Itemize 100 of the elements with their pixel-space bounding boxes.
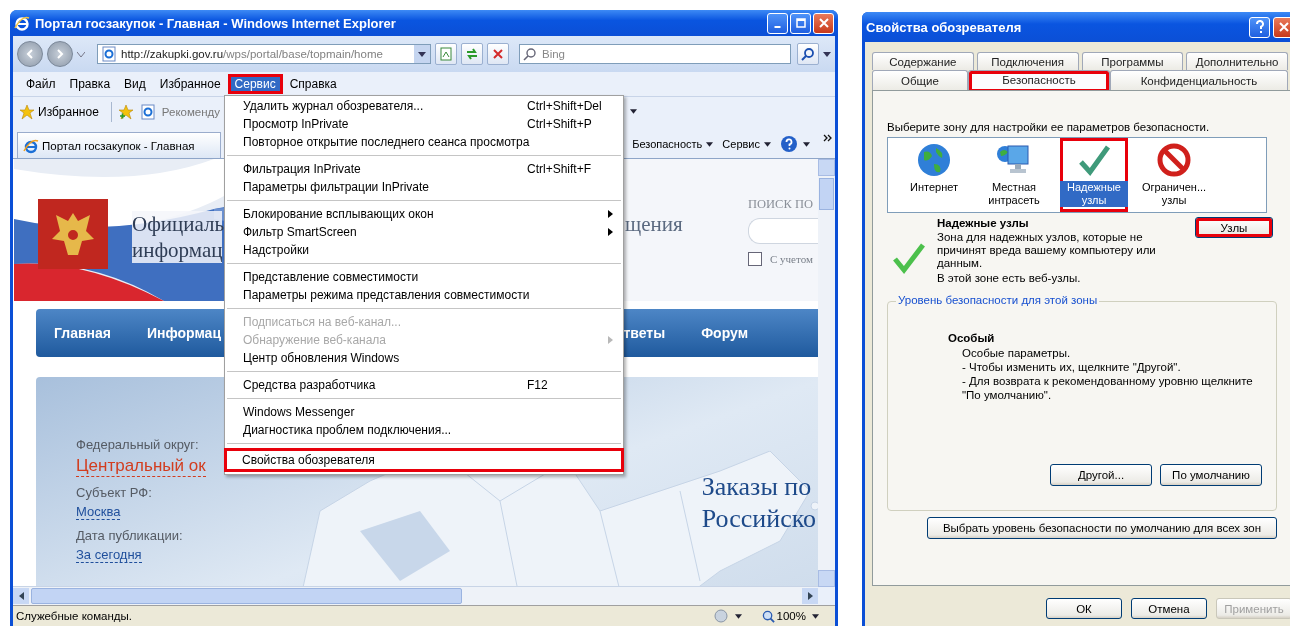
filter-link[interactable]: Москва xyxy=(76,504,121,520)
checkbox[interactable] xyxy=(748,252,762,266)
nav-link[interactable]: Форум xyxy=(701,325,748,341)
menu-item[interactable]: Файл xyxy=(19,74,63,94)
menu-item[interactable]: Представление совместимости xyxy=(225,268,623,286)
dropdown-button[interactable] xyxy=(414,45,430,63)
left-arrow-icon xyxy=(18,592,24,600)
scrollbar[interactable] xyxy=(13,586,818,605)
nav-link[interactable]: Информац xyxy=(146,325,221,341)
menu-item[interactable]: Просмотр InPrivate Ctrl+Shift+P xyxy=(225,115,623,133)
menu-item[interactable]: Справка xyxy=(282,74,344,94)
search-button[interactable] xyxy=(797,43,819,65)
filter-label: Субъект РФ: xyxy=(76,485,153,500)
menu-item[interactable]: Фильтр SmartScreen xyxy=(225,223,623,241)
close-icon xyxy=(818,18,829,28)
caret-icon[interactable] xyxy=(823,51,831,57)
window-title: Портал госзакупок - Главная - Windows Internet Explorer xyxy=(35,15,397,31)
minimize-icon xyxy=(774,25,781,28)
search-field[interactable]: Bing xyxy=(519,44,791,64)
level-button[interactable]: По умолчанию xyxy=(1160,464,1262,486)
level-button[interactable]: Другой... xyxy=(1050,464,1152,486)
zone-item[interactable]: Ограничен... узлы xyxy=(1140,138,1208,212)
command-button[interactable]: Безопасность xyxy=(630,136,716,152)
menu-item[interactable]: Средства разработчика F12 xyxy=(225,376,623,394)
suggested-sites-link[interactable]: Рекоменду xyxy=(161,105,221,118)
back-button[interactable] xyxy=(17,41,43,67)
menu-item[interactable]: Удалить журнал обозревателя... Ctrl+Shift+Del xyxy=(225,97,623,115)
zoom-button[interactable]: 100% xyxy=(761,609,806,623)
help-icon[interactable] xyxy=(780,135,798,153)
zone-prompt: Выберите зону для настройки ее параметров безопасности. xyxy=(887,121,1211,133)
menu-item[interactable]: Правка xyxy=(62,74,118,94)
page-icon xyxy=(101,46,117,62)
star-icon xyxy=(19,103,35,120)
zone-label: Надежные узлы xyxy=(1060,181,1128,207)
menu-item[interactable]: Параметры фильтрации InPrivate xyxy=(225,178,623,196)
search-field[interactable] xyxy=(748,218,818,244)
close-button[interactable] xyxy=(813,12,834,34)
menu-item[interactable]: Вид xyxy=(117,74,153,94)
menu-item[interactable]: Центр обновления Windows xyxy=(225,349,623,367)
menu-item[interactable]: Сервис xyxy=(227,74,283,94)
favorites-button[interactable]: Избранное xyxy=(19,103,105,120)
status-text: Служебные команды. xyxy=(16,610,133,622)
caret-icon[interactable] xyxy=(630,109,638,114)
menu-item[interactable]: Избранное xyxy=(152,74,228,94)
caret-icon[interactable] xyxy=(734,613,742,619)
command-button[interactable]: Сервис xyxy=(720,136,773,152)
sites-button[interactable]: Узлы xyxy=(1195,217,1273,238)
group-legend: Уровень безопасности для этой зоны xyxy=(896,294,1100,306)
search-icon xyxy=(801,47,815,61)
address-field[interactable]: http://zakupki.gov.ru/wps/portal/base/topmain/home xyxy=(97,44,431,64)
url-path: /wps/portal/base/topmain/home xyxy=(223,48,384,60)
level-description: - Для возврата к рекомендованному уровню щелкните "По умолчанию". xyxy=(962,374,1254,402)
emblem-icon xyxy=(38,199,108,269)
tab[interactable]: Общие xyxy=(872,70,968,90)
minimize-button[interactable] xyxy=(767,12,788,34)
zone-item[interactable]: Надежные узлы xyxy=(1060,138,1128,212)
reset-all-button[interactable]: Выбрать уровень безопасности по умолчанию для всех зон xyxy=(927,517,1277,539)
browser-tab[interactable]: Портал госзакупок - Главная xyxy=(17,132,221,158)
dialog-button[interactable]: ОК xyxy=(1046,598,1122,619)
tab[interactable]: Дополнительно xyxy=(1186,52,1288,70)
add-favorite-icon[interactable] xyxy=(117,103,134,120)
search-label: ПОИСК ПО xyxy=(748,197,814,212)
stop-icon xyxy=(491,47,505,61)
filter-link[interactable]: За сегодня xyxy=(76,547,142,563)
tab[interactable]: Программы xyxy=(1081,52,1184,70)
menu-item[interactable]: Блокирование всплывающих окон xyxy=(225,205,623,223)
nav-link[interactable]: тветы xyxy=(623,325,666,341)
menu-item[interactable]: Фильтрация InPrivate Ctrl+Shift+F xyxy=(225,160,623,178)
site-title: щения xyxy=(625,211,683,237)
nav-link[interactable]: Главная xyxy=(54,325,111,341)
dialog-button[interactable]: Отмена xyxy=(1131,598,1207,619)
zone-label: Интернет xyxy=(909,181,959,194)
forward-button[interactable] xyxy=(47,41,73,67)
refresh-button[interactable] xyxy=(461,43,483,65)
filter-label: Федеральный округ: xyxy=(76,437,200,452)
tab[interactable]: Безопасность xyxy=(968,70,1110,92)
caret-icon[interactable] xyxy=(812,613,819,619)
menu-item[interactable]: Повторное открытие последнего сеанса просмотра xyxy=(225,133,623,151)
tab[interactable]: Содержание xyxy=(872,52,974,70)
zone-item[interactable]: Интернет xyxy=(900,138,968,212)
caret-icon xyxy=(764,141,771,147)
submenu-arrow-icon xyxy=(608,336,613,344)
caret-icon xyxy=(418,51,426,57)
menu-item[interactable]: Параметры режима представления совместимости xyxy=(225,286,623,304)
tab[interactable]: Конфиденциальность xyxy=(1110,70,1288,90)
zone-description: Зона для надежных узлов, которые не причинят вреда вашему компьютеру или данным. xyxy=(937,231,1157,270)
tab[interactable]: Подключения xyxy=(976,52,1079,70)
maximize-button[interactable] xyxy=(790,12,811,34)
menu-item[interactable]: Надстройки xyxy=(225,241,623,259)
caret-icon[interactable] xyxy=(803,141,810,147)
menu-item[interactable]: Свойства обозревателя xyxy=(224,448,624,472)
chevron-icon[interactable] xyxy=(823,134,833,142)
menu-item[interactable]: Диагностика проблем подключения... xyxy=(225,421,623,439)
help-button[interactable] xyxy=(1249,16,1270,38)
zone-item[interactable]: Местная интрасеть xyxy=(980,138,1048,212)
stop-button[interactable] xyxy=(487,43,509,65)
close-button[interactable] xyxy=(1273,16,1290,38)
menu-item[interactable]: Windows Messenger xyxy=(225,403,623,421)
globe-icon xyxy=(916,142,952,178)
scrollbar[interactable] xyxy=(818,159,835,587)
